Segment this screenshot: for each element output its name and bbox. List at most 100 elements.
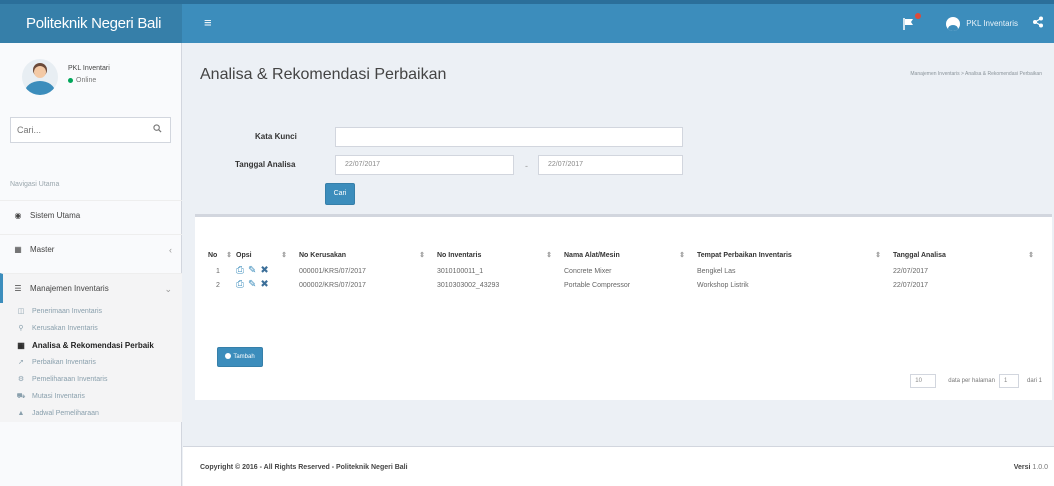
results-table: No ⇕ Opsi ⇕ No Kerusakan ⇕ No Inventaris ⇕ N… [208, 247, 1038, 292]
print-icon[interactable]: ⎙ [236, 280, 244, 290]
settings-icon[interactable] [1032, 16, 1046, 31]
sidebar-subitem-penerimaan[interactable]: ◫ Penerimaan Inventaris [0, 303, 182, 320]
cell-tempat: Bengkel Las [697, 267, 736, 275]
column-header-opsi[interactable]: Opsi ⇕ [236, 247, 291, 264]
add-button-label: Tambah [233, 354, 255, 360]
column-label: No Inventaris [437, 252, 482, 259]
sidebar-item-label: Master [30, 245, 55, 254]
column-label: No Kerusakan [299, 252, 347, 259]
sidebar-search-input[interactable] [11, 118, 141, 142]
cell-no-kerusakan: 000002/KRS/07/2017 [299, 281, 366, 289]
sidebar-subitem-kerusakan[interactable]: ⚲ Kerusakan Inventaris [0, 320, 182, 337]
sidebar-item-label: Sistem Utama [30, 211, 81, 220]
column-label: Opsi [236, 252, 252, 259]
user-avatar-small [946, 16, 961, 31]
footer: Copyright © 2016 - All Rights Reserved -… [183, 446, 1054, 486]
sidebar-subitem-analisa[interactable]: ▦ Analisa & Rekomendasi Perbaik [0, 337, 182, 354]
sidebar-subitem-label: Perbaikan Inventaris [32, 359, 96, 366]
column-header-no[interactable]: No ⇕ [208, 247, 236, 264]
column-header-nama-alat[interactable]: Nama Alat/Mesin ⇕ [556, 247, 689, 264]
user-status: Online [68, 77, 96, 84]
column-header-tempat[interactable]: Tempat Perbaikan Inventaris ⇕ [689, 247, 885, 264]
page-number-input[interactable]: 1 [998, 374, 1019, 388]
search-icon: ⚲ [18, 325, 24, 332]
keyword-label: Kata Kunci [255, 132, 297, 141]
brand-logo[interactable]: Politeknik Negeri Bali [0, 4, 182, 43]
online-dot-icon [68, 77, 73, 83]
wrench-icon: ➚ [18, 359, 24, 366]
sort-icon[interactable]: ⇕ [1028, 251, 1034, 259]
table-row: 2 ⎙ ✎ ✖ 000002/KRS/07/2017 3010303002_4329… [208, 278, 1038, 292]
list-icon: ☰ [14, 284, 22, 293]
chevron-down-icon: ⌄ [164, 284, 172, 294]
sidebar-submenu: ◫ Penerimaan Inventaris ⚲ Kerusakan Invent… [0, 303, 182, 422]
user-status-label: Online [76, 77, 97, 84]
truck-icon: ⛟ [16, 393, 26, 400]
sidebar-item-manajemen-inventaris[interactable]: ☰ Manajemen Inventaris ⌄ [0, 273, 182, 303]
print-icon[interactable]: ⎙ [236, 266, 244, 276]
sidebar: PKL Inventari Online Navigasi Utama ◉ Sis… [0, 43, 182, 486]
sidebar-toggle-icon[interactable]: ≡ [204, 15, 212, 31]
keyword-input[interactable] [335, 127, 683, 147]
per-page-select[interactable]: 10 [910, 374, 937, 388]
menu-header: Navigasi Utama [10, 181, 60, 188]
delete-icon[interactable]: ✖ [260, 280, 268, 290]
cell-tempat: Workshop Listrik [697, 281, 749, 289]
table-icon: ▦ [14, 245, 22, 254]
sidebar-subitem-pemeliharaan[interactable]: ⚙ Pemeliharaan Inventaris [0, 371, 182, 388]
user-panel-name: PKL Inventari [68, 65, 110, 72]
page-title: Analisa & Rekomendasi Perbaikan [200, 66, 447, 83]
date-to-input[interactable]: 22/07/2017 [538, 155, 683, 175]
results-box: No ⇕ Opsi ⇕ No Kerusakan ⇕ No Inventaris ⇕ N… [195, 214, 1052, 400]
sidebar-item-label: Manajemen Inventaris [30, 284, 109, 293]
sidebar-subitem-label: Penerimaan Inventaris [32, 308, 103, 315]
edit-icon[interactable]: ✎ [248, 266, 256, 276]
cell-nama: Portable Compressor [564, 281, 631, 289]
book-icon: ▦ [17, 341, 25, 350]
user-menu-name: PKL Inventaris [966, 19, 1018, 28]
column-header-no-inventaris[interactable]: No Inventaris ⇕ [429, 247, 556, 264]
date-label: Tanggal Analisa [235, 160, 296, 169]
notifications-flag-icon[interactable] [902, 12, 922, 31]
add-button[interactable]: Tambah [217, 347, 263, 367]
search-button[interactable]: Cari [325, 183, 355, 205]
sidebar-item-sistem-utama[interactable]: ◉ Sistem Utama [0, 200, 182, 230]
column-label: Tempat Perbaikan Inventaris [697, 252, 792, 259]
sidebar-subitem-perbaikan[interactable]: ➚ Perbaikan Inventaris [0, 354, 182, 371]
sidebar-subitem-jadwal[interactable]: ▲ Jadwal Pemeliharaan [0, 405, 182, 422]
sidebar-item-master[interactable]: ▦ Master ‹ [0, 234, 182, 264]
date-from-input[interactable]: 22/07/2017 [335, 155, 514, 175]
cell-no-inventaris: 3010303002_43293 [437, 281, 500, 289]
user-avatar [22, 59, 58, 95]
table-header-row: No ⇕ Opsi ⇕ No Kerusakan ⇕ No Inventaris ⇕ N… [208, 247, 1038, 264]
edit-icon[interactable]: ✎ [248, 280, 256, 290]
sidebar-subitem-label: Mutasi Inventaris [32, 393, 85, 400]
navbar-right: PKL Inventaris [902, 4, 1054, 43]
sort-icon[interactable]: ⇕ [875, 251, 881, 259]
notification-badge [915, 12, 922, 19]
top-navbar: Politeknik Negeri Bali ≡ PKL Inventaris [0, 0, 1054, 43]
sort-icon[interactable]: ⇕ [281, 251, 287, 259]
column-label: No [208, 252, 218, 259]
sort-icon[interactable]: ⇕ [226, 251, 232, 259]
pagination: 10 data per halaman 1 dari 1 [910, 374, 1042, 388]
sidebar-search [10, 117, 171, 143]
search-icon[interactable] [153, 124, 162, 136]
cell-no-kerusakan: 000001/KRS/07/2017 [299, 267, 366, 275]
sort-icon[interactable]: ⇕ [546, 251, 552, 259]
inbox-icon: ◫ [17, 308, 25, 315]
breadcrumb[interactable]: Manajemen Inventaris > Analisa & Rekomen… [910, 71, 1042, 77]
sidebar-subitem-label: Kerusakan Inventaris [32, 325, 98, 332]
column-header-no-kerusakan[interactable]: No Kerusakan ⇕ [291, 247, 429, 264]
content-wrapper: Analisa & Rekomendasi Perbaikan Manajeme… [183, 43, 1054, 486]
cell-no: 2 [216, 281, 220, 289]
user-menu[interactable]: PKL Inventaris [946, 16, 1018, 31]
column-header-tanggal[interactable]: Tanggal Analisa ⇕ [885, 247, 1038, 264]
user-icon: ▲ [17, 410, 25, 417]
sort-icon[interactable]: ⇕ [679, 251, 685, 259]
sort-icon[interactable]: ⇕ [419, 251, 425, 259]
delete-icon[interactable]: ✖ [260, 266, 268, 276]
cell-tanggal: 22/07/2017 [893, 267, 929, 275]
sidebar-menu: ◉ Sistem Utama ▦ Master ‹ ☰ Manajemen Inven… [0, 200, 182, 422]
sidebar-subitem-mutasi[interactable]: ⛟ Mutasi Inventaris [0, 388, 182, 405]
